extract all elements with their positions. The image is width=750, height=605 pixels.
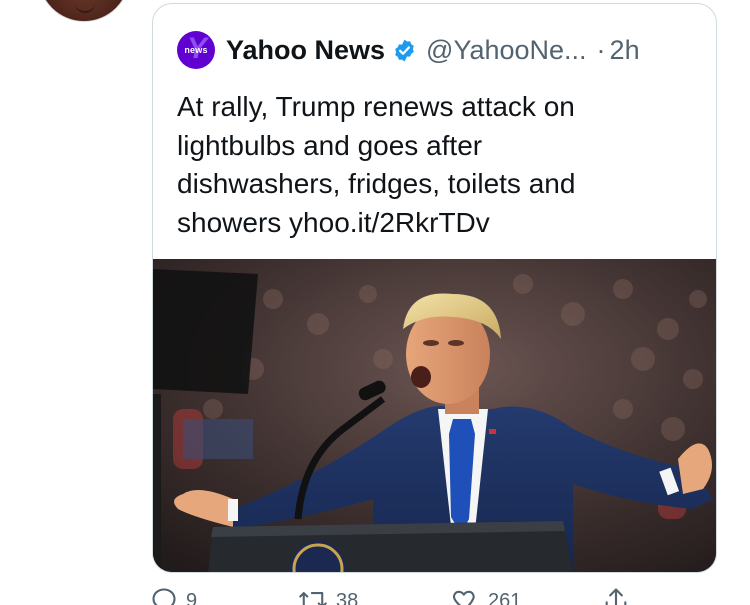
quoted-tweet-text: At rally, Trump renews attack on lightbu…	[177, 88, 647, 242]
retweet-action[interactable]: 38	[298, 586, 358, 605]
yahoo-news-avatar[interactable]: Y news	[177, 31, 215, 69]
retweet-icon	[299, 592, 327, 605]
yahoo-logo-text: news	[184, 45, 208, 55]
display-name[interactable]: Yahoo News	[226, 35, 385, 66]
share-icon	[605, 588, 627, 605]
share-action[interactable]	[602, 586, 630, 605]
heart-icon	[452, 590, 475, 605]
avatar-mark	[75, 1, 95, 13]
like-action[interactable]: 261	[450, 586, 521, 605]
like-count: 261	[488, 590, 522, 605]
handle[interactable]: @YahooNe...	[426, 35, 587, 66]
tweet-link[interactable]: yhoo.it/2RkrTDv	[289, 207, 490, 238]
quoted-tweet-card[interactable]: Y news Yahoo News @YahooNe... · 2h At ra…	[152, 3, 717, 573]
separator-dot: ·	[596, 34, 606, 65]
tweet-screen: Y news Yahoo News @YahooNe... · 2h At ra…	[0, 0, 750, 605]
verified-badge-icon	[395, 39, 414, 61]
reply-action[interactable]: 9	[150, 586, 197, 605]
retweet-count: 38	[336, 590, 359, 605]
author-avatar[interactable]	[38, 0, 130, 22]
tweet-photo[interactable]	[153, 259, 716, 572]
rally-photo-illustration	[153, 259, 716, 572]
reply-icon	[152, 588, 176, 605]
timestamp[interactable]: 2h	[610, 35, 640, 66]
reply-count: 9	[186, 590, 198, 605]
tweet-actions: 9 38 261	[150, 586, 690, 605]
quoted-tweet-header: Y news Yahoo News @YahooNe... · 2h	[177, 30, 640, 70]
